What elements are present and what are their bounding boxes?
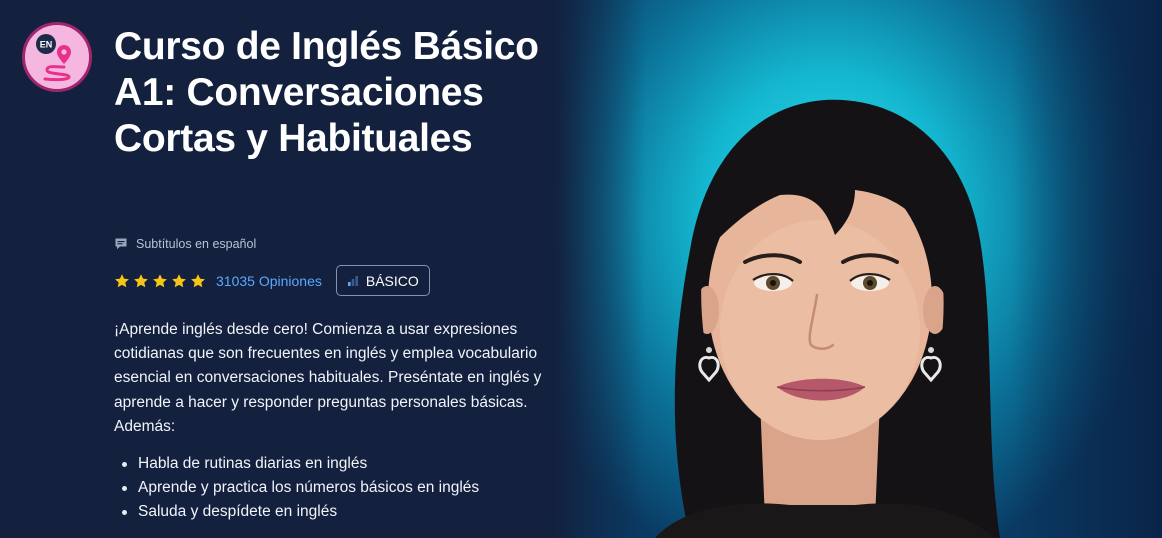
reviews-link[interactable]: 31035 Opiniones: [216, 273, 322, 289]
chat-bubble-icon: [115, 238, 127, 250]
rating-row: 31035 Opiniones BÁSICO: [114, 265, 430, 296]
bar-chart-icon: [347, 275, 358, 286]
star-icon: [115, 273, 129, 287]
badge-text: EN: [40, 40, 53, 50]
course-description: ¡Aprende inglés desde cero! Comienza a u…: [114, 321, 542, 435]
list-item: Saluda y despídete en inglés: [114, 500, 544, 524]
course-highlights: Habla de rutinas diarias en inglés Apren…: [114, 452, 544, 524]
course-hero: EN Curso de Inglés Básico A1: Conversaci…: [0, 0, 1162, 538]
star-icon: [172, 273, 186, 287]
list-item: Aprende y practica los números básicos e…: [114, 476, 544, 500]
instructor-portrait: [655, 99, 1000, 538]
subtitles-label: Subtítulos en español: [136, 237, 257, 251]
star-icon: [191, 273, 205, 287]
course-title: Curso de Inglés Básico A1: Conversacione…: [114, 25, 539, 160]
location-pin-path-icon: EN: [36, 34, 71, 82]
subtitles-info: Subtítulos en español: [114, 237, 256, 251]
course-badge: EN: [22, 22, 92, 92]
level-badge: BÁSICO: [335, 265, 430, 296]
list-item: Habla de rutinas diarias en inglés: [114, 452, 544, 476]
star-rating: [114, 273, 206, 289]
level-label: BÁSICO: [365, 272, 419, 289]
star-icon: [134, 273, 148, 287]
instructor-photo: [555, 0, 1162, 538]
star-icon: [153, 273, 167, 287]
